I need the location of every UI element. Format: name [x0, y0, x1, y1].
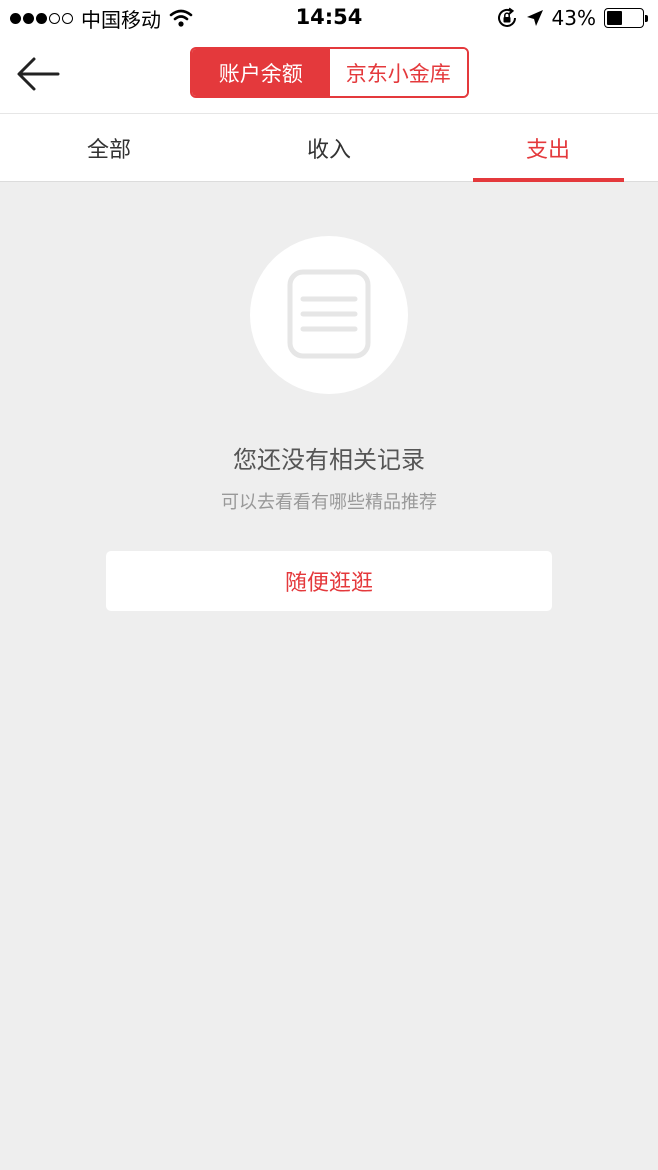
rotation-lock-icon — [497, 7, 516, 27]
status-bar-right: 43% — [496, 5, 648, 31]
navigation-bar: 账户余额 京东小金库 — [0, 36, 658, 113]
tab-all[interactable]: 全部 — [34, 114, 184, 182]
battery-icon — [604, 8, 648, 28]
record-filter-tabs: 全部 收入 支出 — [0, 113, 658, 182]
battery-percent: 43% — [551, 6, 596, 30]
segment-account-balance[interactable]: 账户余额 — [192, 49, 330, 96]
tab-expense[interactable]: 支出 — [473, 114, 623, 182]
empty-state-title: 您还没有相关记录 — [233, 446, 425, 474]
document-list-icon — [287, 269, 371, 359]
account-segmented-control: 账户余额 京东小金库 — [190, 47, 469, 98]
tab-income[interactable]: 收入 — [254, 114, 404, 182]
arrow-left-icon — [17, 57, 60, 91]
empty-state-illustration — [250, 236, 408, 394]
active-tab-indicator — [473, 178, 624, 182]
back-button[interactable] — [12, 50, 64, 98]
location-arrow-icon — [526, 10, 543, 26]
browse-button[interactable]: 随便逛逛 — [106, 551, 552, 611]
empty-state-subtitle: 可以去看看有哪些精品推荐 — [221, 492, 437, 513]
battery-tip — [645, 14, 648, 22]
segment-jd-vault[interactable]: 京东小金库 — [329, 49, 467, 96]
battery-level — [607, 11, 622, 25]
status-bar: 中国移动 14:54 43% — [0, 0, 658, 36]
battery-body — [604, 8, 644, 28]
